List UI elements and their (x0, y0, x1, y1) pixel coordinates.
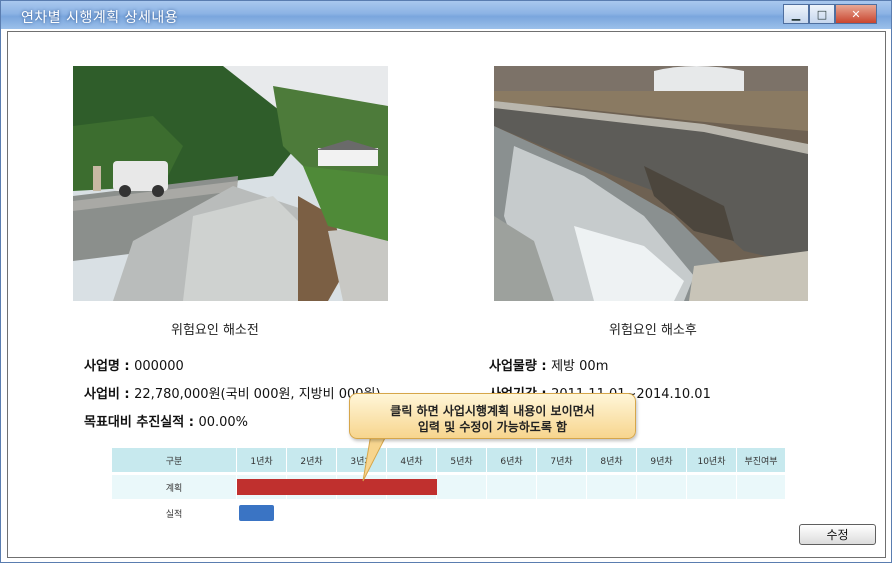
tooltip-line1: 클릭 하면 사업시행계획 내용이 보이면서 (390, 404, 595, 418)
plan-cell[interactable] (487, 475, 537, 499)
edit-button[interactable]: 수정 (799, 524, 876, 545)
actual-cell[interactable] (537, 501, 587, 525)
target-progress-label: 목표대비 추진실적 : (84, 415, 199, 430)
project-name-value: 000000 (134, 359, 184, 374)
header-cell: 구분 (112, 448, 237, 472)
actual-cell[interactable] (437, 501, 487, 525)
maximize-button[interactable]: □ (809, 4, 835, 24)
header-cell: 8년차 (587, 448, 637, 472)
project-name: 사업명 : 000000 (84, 355, 184, 374)
tooltip-pointer (362, 433, 388, 482)
actual-bar[interactable] (239, 505, 274, 521)
actual-status-cell[interactable] (737, 501, 786, 525)
project-name-label: 사업명 : (84, 359, 135, 374)
after-caption: 위험요인 해소후 (609, 323, 697, 338)
actual-cell[interactable] (337, 501, 387, 525)
header-cell: 9년차 (637, 448, 687, 472)
plan-cell[interactable] (637, 475, 687, 499)
actual-cell[interactable] (387, 501, 437, 525)
target-progress: 목표대비 추진실적 : 00.00% (84, 411, 248, 430)
plan-status-cell[interactable] (737, 475, 786, 499)
project-cost-label: 사업비 : (84, 387, 135, 402)
project-volume-value: 제방 00m (551, 359, 609, 374)
plan-cell[interactable] (537, 475, 587, 499)
header-cell: 2년차 (287, 448, 337, 472)
project-cost: 사업비 : 22,780,000원(국비 000원, 지방비 000원) (84, 383, 381, 402)
header-cell: 1년차 (237, 448, 287, 472)
target-progress-value: 00.00% (198, 415, 249, 430)
header-cell: 7년차 (537, 448, 587, 472)
header-cell: 부진여부 (737, 448, 786, 472)
plan-row-label: 계획 (112, 475, 237, 499)
actual-cell[interactable] (637, 501, 687, 525)
header-row: 구분 1년차 2년차 3년차 4년차 5년차 6년차 7년차 8년차 9년차 1… (112, 448, 786, 472)
plan-cell[interactable] (587, 475, 637, 499)
title-bar[interactable]: 연차별 시행계획 상세내용 ▁ □ ✕ (1, 1, 891, 29)
header-cell: 10년차 (687, 448, 737, 472)
header-cell: 5년차 (437, 448, 487, 472)
plan-cell[interactable] (437, 475, 487, 499)
photo-before (73, 66, 388, 301)
actual-cell[interactable] (287, 501, 337, 525)
actual-row[interactable]: 실적 (112, 501, 786, 525)
header-cell: 6년차 (487, 448, 537, 472)
project-cost-value: 22,780,000원(국비 000원, 지방비 000원) (134, 387, 381, 402)
before-caption: 위험요인 해소전 (171, 323, 259, 338)
photo-after (494, 66, 808, 301)
actual-cell[interactable] (587, 501, 637, 525)
plan-row[interactable]: 계획 (112, 475, 786, 499)
actual-cell[interactable] (487, 501, 537, 525)
actual-row-label: 실적 (112, 501, 237, 525)
window-controls: ▁ □ ✕ (783, 4, 877, 24)
tooltip-line2: 입력 및 수정이 가능하도록 함 (417, 420, 568, 434)
actual-cell[interactable] (687, 501, 737, 525)
project-volume: 사업물량 : 제방 00m (489, 355, 608, 374)
plan-bar[interactable] (237, 479, 437, 495)
plan-cell[interactable] (687, 475, 737, 499)
project-volume-label: 사업물량 : (489, 359, 552, 374)
window-title: 연차별 시행계획 상세내용 (21, 10, 179, 26)
edit-hint-tooltip: 클릭 하면 사업시행계획 내용이 보이면서 입력 및 수정이 가능하도록 함 (349, 393, 636, 439)
minimize-button[interactable]: ▁ (783, 4, 809, 24)
close-button[interactable]: ✕ (835, 4, 877, 24)
